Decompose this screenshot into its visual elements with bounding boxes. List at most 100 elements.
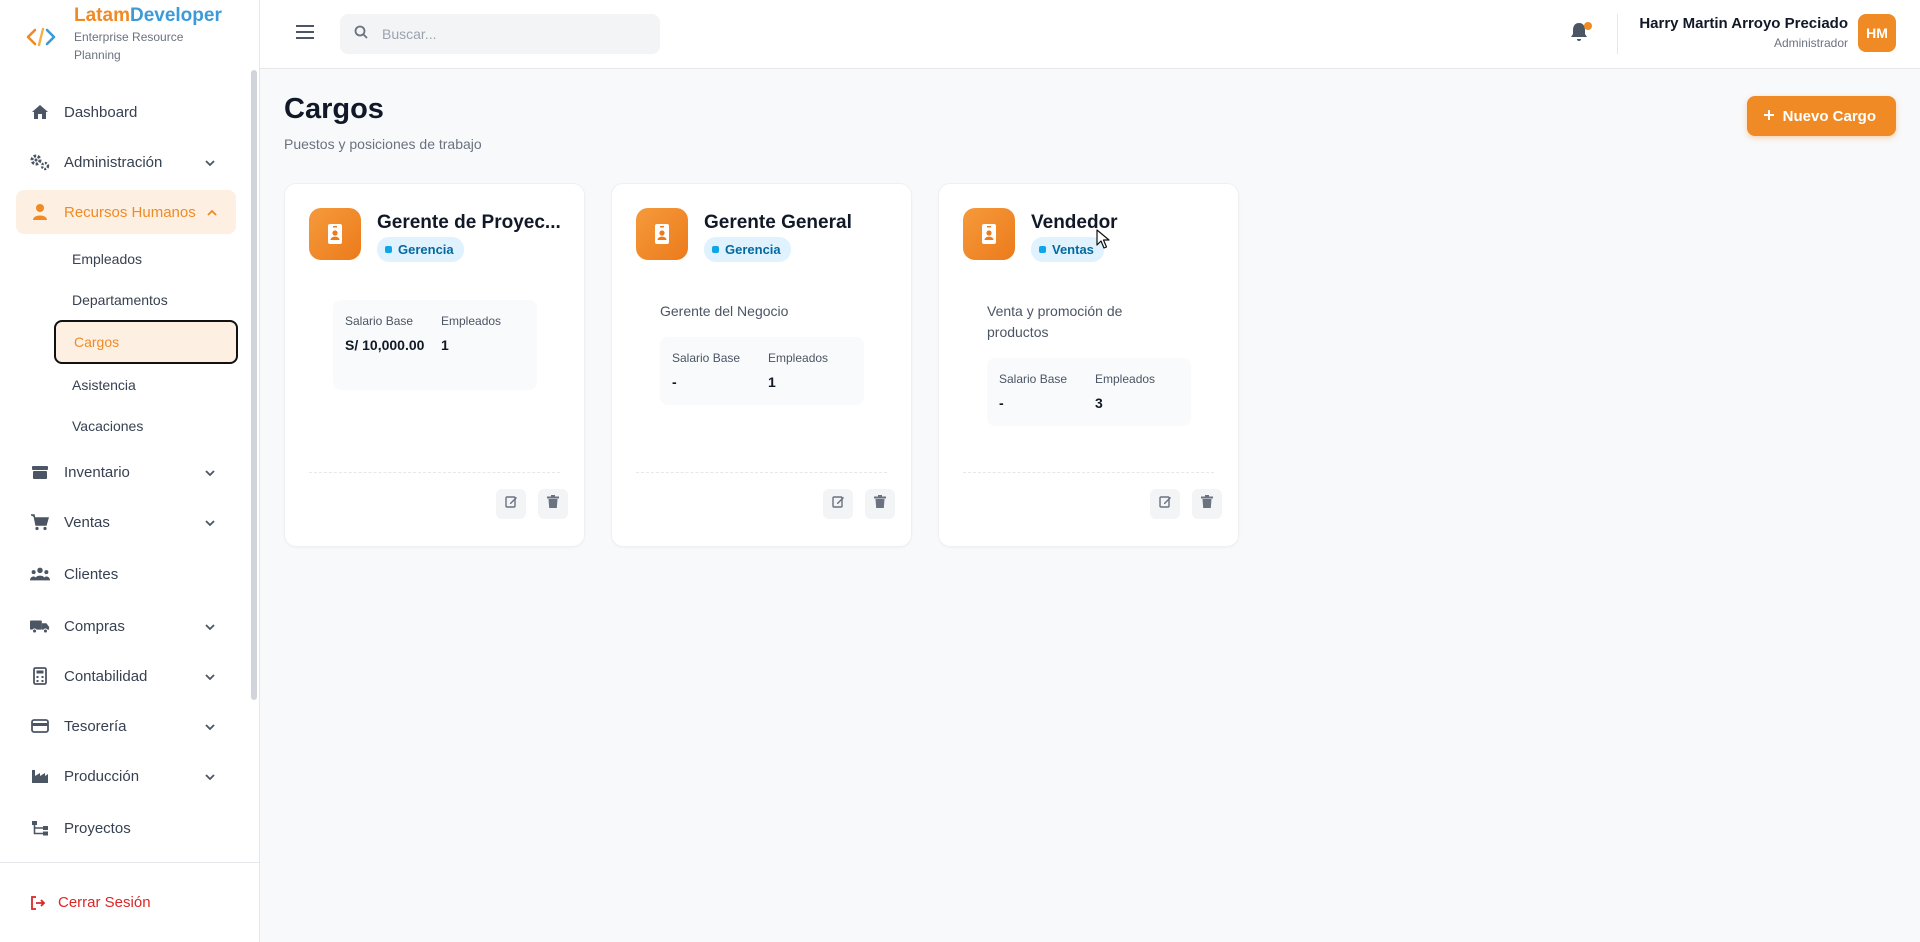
boxes-icon (30, 462, 50, 482)
sidebar-item-produccion[interactable]: Producción (0, 754, 250, 798)
id-badge-icon (309, 208, 361, 260)
sidebar-item-clientes[interactable]: Clientes (0, 552, 250, 596)
delete-button[interactable] (538, 489, 568, 519)
edit-icon (1158, 495, 1172, 513)
topbar: Harry Martin Arroyo Preciado Administrad… (260, 0, 1920, 69)
cargo-title: Vendedor (1031, 212, 1118, 233)
submenu-item-asistencia[interactable]: Asistencia (72, 364, 250, 405)
chevron-down-icon (204, 770, 216, 782)
sign-out-icon (30, 895, 46, 911)
sidebar-item-label: Proyectos (64, 819, 131, 837)
cargo-description: Venta y promoción de productos (987, 303, 1123, 340)
logout-button[interactable]: Cerrar Sesión (0, 862, 259, 942)
users-icon (30, 564, 50, 584)
user-name: Harry Martin Arroyo Preciado (1639, 15, 1848, 32)
page-title: Cargos (284, 93, 384, 125)
chevron-down-icon (204, 620, 216, 632)
main-content: Cargos Puestos y posiciones de trabajo N… (260, 69, 1920, 942)
layer-icon (712, 246, 719, 253)
sidebar-item-label: Tesorería (64, 717, 127, 735)
cart-icon (30, 512, 50, 532)
department-badge: Gerencia (377, 237, 464, 262)
sidebar-item-inventario[interactable]: Inventario (0, 450, 250, 494)
factory-icon (30, 766, 50, 786)
sidebar-item-ventas[interactable]: Ventas (0, 500, 250, 544)
topbar-divider (1617, 14, 1618, 54)
submenu-item-departamentos[interactable]: Departamentos (72, 279, 250, 320)
sidebar-item-contabilidad[interactable]: Contabilidad (0, 654, 250, 698)
cargo-title: Gerente General (704, 212, 852, 233)
trash-icon (874, 495, 886, 513)
new-cargo-button[interactable]: Nuevo Cargo (1746, 96, 1896, 136)
submenu-item-empleados[interactable]: Empleados (72, 238, 250, 279)
code-logo-icon (26, 22, 56, 52)
sidebar-item-label: Clientes (64, 565, 119, 583)
sidebar-item-label: Recursos Humanos (64, 203, 196, 221)
sidebar-item-compras[interactable]: Compras (0, 604, 250, 648)
notifications-bell-icon[interactable] (1570, 22, 1592, 44)
trash-icon (547, 495, 559, 513)
search-input[interactable] (382, 26, 642, 42)
avatar[interactable]: HM (1858, 14, 1896, 52)
user-info[interactable]: Harry Martin Arroyo Preciado Administrad… (1639, 14, 1848, 52)
card-divider (636, 472, 887, 473)
sidebar-item-recursos-humanos[interactable]: Recursos Humanos (16, 190, 236, 234)
wallet-icon (30, 716, 50, 736)
sidebar-item-dashboard[interactable]: Dashboard (0, 90, 250, 134)
cargo-stats: Salario Base - Empleados 1 (660, 337, 864, 405)
edit-icon (831, 495, 845, 513)
submenu-item-vacaciones[interactable]: Vacaciones (72, 405, 250, 446)
brand[interactable]: LatamDeveloper Enterprise Resource Plann… (0, 0, 259, 68)
sidebar-item-administracion[interactable]: Administración (0, 140, 250, 184)
layer-icon (1039, 246, 1046, 253)
layer-icon (385, 246, 392, 253)
employees-label: Empleados (1095, 372, 1156, 386)
delete-button[interactable] (865, 489, 895, 519)
search-box[interactable] (340, 14, 660, 54)
search-icon (354, 25, 368, 44)
cargo-title: Gerente de Proyec... (377, 212, 561, 233)
salary-value: S/ 10,000.00 (345, 337, 425, 353)
salary-label: Salario Base (672, 351, 741, 365)
submenu-item-cargos[interactable]: Cargos (54, 320, 238, 364)
id-badge-icon (636, 208, 688, 260)
page-subtitle: Puestos y posiciones de trabajo (284, 136, 482, 152)
chevron-down-icon (204, 156, 216, 168)
edit-button[interactable] (1150, 489, 1180, 519)
sidebar-item-label: Producción (64, 767, 140, 785)
trash-icon (1201, 495, 1213, 513)
sidebar-item-proyectos[interactable]: Proyectos (0, 806, 250, 850)
sitemap-icon (30, 818, 50, 838)
employees-value: 1 (441, 337, 449, 353)
calculator-icon (30, 666, 50, 686)
sidebar-scrollbar[interactable] (251, 70, 257, 700)
sidebar-item-tesoreria[interactable]: Tesorería (0, 704, 250, 748)
employees-value: 1 (768, 374, 776, 390)
mouse-cursor-icon (1096, 229, 1110, 249)
plus-icon (1763, 108, 1775, 125)
edit-button[interactable] (823, 489, 853, 519)
sidebar-item-label: Dashboard (64, 103, 138, 121)
delete-button[interactable] (1192, 489, 1222, 519)
cargo-card: Vendedor Ventas Venta y promoción de pro… (938, 183, 1239, 547)
chevron-down-icon (204, 670, 216, 682)
sidebar-item-label: Administración (64, 153, 163, 171)
employees-label: Empleados (441, 314, 502, 328)
salary-label: Salario Base (345, 314, 414, 328)
chevron-down-icon (204, 720, 216, 732)
chevron-up-icon (206, 206, 218, 218)
notification-dot (1584, 22, 1592, 30)
department-badge: Ventas (1031, 237, 1104, 262)
user-icon (30, 202, 50, 222)
home-icon (30, 102, 50, 122)
cargo-card: Gerente General Gerencia Gerente del Neg… (611, 183, 912, 547)
hr-submenu: Empleados Departamentos Cargos Asistenci… (0, 238, 250, 446)
edit-icon (504, 495, 518, 513)
sidebar-item-label: Contabilidad (64, 667, 148, 685)
cargo-card: Gerente de Proyec... Gerencia Salario Ba… (284, 183, 585, 547)
sidebar-item-label: Compras (64, 617, 125, 635)
salary-value: - (999, 395, 1004, 411)
edit-button[interactable] (496, 489, 526, 519)
brand-tagline: Enterprise Resource Planning (74, 30, 184, 62)
menu-toggle-icon[interactable] (296, 24, 314, 40)
